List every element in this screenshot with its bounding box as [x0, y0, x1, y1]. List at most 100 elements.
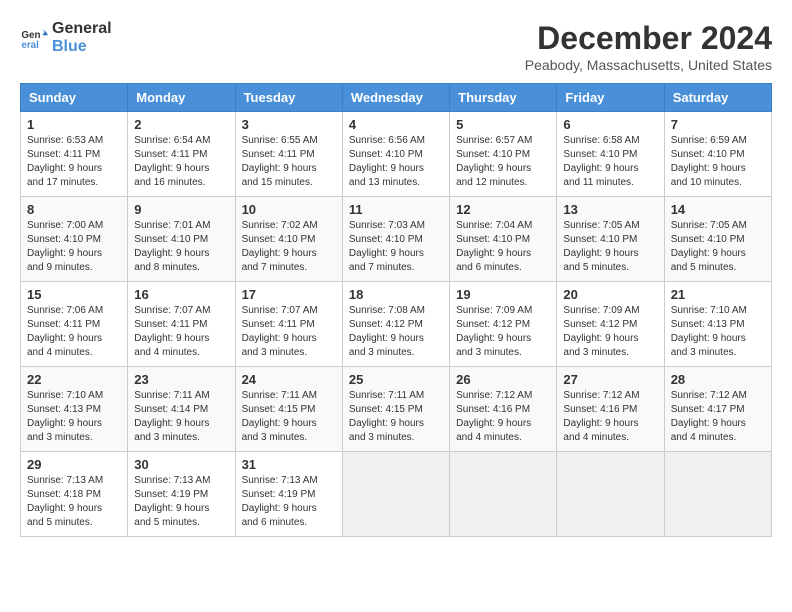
calendar-cell: 14 Sunrise: 7:05 AMSunset: 4:10 PMDaylig… [664, 197, 771, 282]
day-number: 22 [27, 372, 121, 387]
header-day-saturday: Saturday [664, 84, 771, 112]
calendar-cell [342, 452, 449, 537]
day-number: 17 [242, 287, 336, 302]
day-info: Sunrise: 7:07 AMSunset: 4:11 PMDaylight:… [242, 304, 336, 360]
day-info: Sunrise: 7:12 AMSunset: 4:17 PMDaylight:… [671, 389, 765, 445]
day-number: 6 [563, 117, 657, 132]
header: Gen eral General Blue December 2024 Peab… [20, 20, 772, 73]
day-info: Sunrise: 7:08 AMSunset: 4:12 PMDaylight:… [349, 304, 443, 360]
calendar-cell [557, 452, 664, 537]
day-info: Sunrise: 7:10 AMSunset: 4:13 PMDaylight:… [27, 389, 121, 445]
day-number: 2 [134, 117, 228, 132]
logo-text-line1: General [52, 20, 112, 38]
day-number: 12 [456, 202, 550, 217]
day-info: Sunrise: 6:57 AMSunset: 4:10 PMDaylight:… [456, 134, 550, 190]
day-number: 10 [242, 202, 336, 217]
day-number: 27 [563, 372, 657, 387]
day-info: Sunrise: 7:11 AMSunset: 4:14 PMDaylight:… [134, 389, 228, 445]
title-area: December 2024 Peabody, Massachusetts, Un… [525, 20, 772, 73]
day-number: 5 [456, 117, 550, 132]
calendar-header-row: SundayMondayTuesdayWednesdayThursdayFrid… [21, 84, 772, 112]
logo-icon: Gen eral [20, 24, 48, 52]
calendar-cell: 8 Sunrise: 7:00 AMSunset: 4:10 PMDayligh… [21, 197, 128, 282]
calendar-cell: 22 Sunrise: 7:10 AMSunset: 4:13 PMDaylig… [21, 367, 128, 452]
day-info: Sunrise: 7:12 AMSunset: 4:16 PMDaylight:… [563, 389, 657, 445]
day-info: Sunrise: 7:13 AMSunset: 4:19 PMDaylight:… [242, 474, 336, 530]
calendar-cell: 26 Sunrise: 7:12 AMSunset: 4:16 PMDaylig… [450, 367, 557, 452]
calendar-cell [664, 452, 771, 537]
logo-text-line2: Blue [52, 38, 112, 56]
day-number: 30 [134, 457, 228, 472]
day-info: Sunrise: 7:10 AMSunset: 4:13 PMDaylight:… [671, 304, 765, 360]
calendar-week-4: 22 Sunrise: 7:10 AMSunset: 4:13 PMDaylig… [21, 367, 772, 452]
day-info: Sunrise: 7:12 AMSunset: 4:16 PMDaylight:… [456, 389, 550, 445]
day-number: 21 [671, 287, 765, 302]
day-number: 11 [349, 202, 443, 217]
calendar-cell: 20 Sunrise: 7:09 AMSunset: 4:12 PMDaylig… [557, 282, 664, 367]
calendar-cell: 16 Sunrise: 7:07 AMSunset: 4:11 PMDaylig… [128, 282, 235, 367]
calendar-cell: 10 Sunrise: 7:02 AMSunset: 4:10 PMDaylig… [235, 197, 342, 282]
header-day-thursday: Thursday [450, 84, 557, 112]
calendar-week-2: 8 Sunrise: 7:00 AMSunset: 4:10 PMDayligh… [21, 197, 772, 282]
day-info: Sunrise: 7:01 AMSunset: 4:10 PMDaylight:… [134, 219, 228, 275]
calendar-cell: 6 Sunrise: 6:58 AMSunset: 4:10 PMDayligh… [557, 112, 664, 197]
calendar-table: SundayMondayTuesdayWednesdayThursdayFrid… [20, 83, 772, 537]
calendar-cell: 15 Sunrise: 7:06 AMSunset: 4:11 PMDaylig… [21, 282, 128, 367]
svg-text:eral: eral [21, 39, 39, 50]
calendar-week-3: 15 Sunrise: 7:06 AMSunset: 4:11 PMDaylig… [21, 282, 772, 367]
day-number: 13 [563, 202, 657, 217]
day-number: 7 [671, 117, 765, 132]
day-info: Sunrise: 6:53 AMSunset: 4:11 PMDaylight:… [27, 134, 121, 190]
calendar-cell: 19 Sunrise: 7:09 AMSunset: 4:12 PMDaylig… [450, 282, 557, 367]
header-day-wednesday: Wednesday [342, 84, 449, 112]
day-number: 16 [134, 287, 228, 302]
calendar-cell: 13 Sunrise: 7:05 AMSunset: 4:10 PMDaylig… [557, 197, 664, 282]
day-info: Sunrise: 7:13 AMSunset: 4:19 PMDaylight:… [134, 474, 228, 530]
calendar-cell: 29 Sunrise: 7:13 AMSunset: 4:18 PMDaylig… [21, 452, 128, 537]
day-info: Sunrise: 7:09 AMSunset: 4:12 PMDaylight:… [563, 304, 657, 360]
day-number: 15 [27, 287, 121, 302]
calendar-cell: 18 Sunrise: 7:08 AMSunset: 4:12 PMDaylig… [342, 282, 449, 367]
header-day-sunday: Sunday [21, 84, 128, 112]
day-number: 19 [456, 287, 550, 302]
calendar-week-1: 1 Sunrise: 6:53 AMSunset: 4:11 PMDayligh… [21, 112, 772, 197]
day-info: Sunrise: 7:07 AMSunset: 4:11 PMDaylight:… [134, 304, 228, 360]
calendar-cell: 5 Sunrise: 6:57 AMSunset: 4:10 PMDayligh… [450, 112, 557, 197]
day-info: Sunrise: 7:06 AMSunset: 4:11 PMDaylight:… [27, 304, 121, 360]
month-title: December 2024 [525, 20, 772, 57]
day-number: 14 [671, 202, 765, 217]
logo: Gen eral General Blue [20, 20, 112, 55]
day-number: 29 [27, 457, 121, 472]
calendar-cell: 7 Sunrise: 6:59 AMSunset: 4:10 PMDayligh… [664, 112, 771, 197]
day-number: 4 [349, 117, 443, 132]
header-day-tuesday: Tuesday [235, 84, 342, 112]
day-number: 8 [27, 202, 121, 217]
day-number: 1 [27, 117, 121, 132]
day-info: Sunrise: 7:11 AMSunset: 4:15 PMDaylight:… [242, 389, 336, 445]
day-info: Sunrise: 7:00 AMSunset: 4:10 PMDaylight:… [27, 219, 121, 275]
day-info: Sunrise: 6:58 AMSunset: 4:10 PMDaylight:… [563, 134, 657, 190]
calendar-cell: 24 Sunrise: 7:11 AMSunset: 4:15 PMDaylig… [235, 367, 342, 452]
day-info: Sunrise: 6:54 AMSunset: 4:11 PMDaylight:… [134, 134, 228, 190]
day-number: 24 [242, 372, 336, 387]
day-number: 26 [456, 372, 550, 387]
day-info: Sunrise: 6:55 AMSunset: 4:11 PMDaylight:… [242, 134, 336, 190]
calendar-cell: 17 Sunrise: 7:07 AMSunset: 4:11 PMDaylig… [235, 282, 342, 367]
header-day-monday: Monday [128, 84, 235, 112]
calendar-cell: 21 Sunrise: 7:10 AMSunset: 4:13 PMDaylig… [664, 282, 771, 367]
calendar-cell: 30 Sunrise: 7:13 AMSunset: 4:19 PMDaylig… [128, 452, 235, 537]
day-number: 3 [242, 117, 336, 132]
calendar-cell: 1 Sunrise: 6:53 AMSunset: 4:11 PMDayligh… [21, 112, 128, 197]
day-number: 23 [134, 372, 228, 387]
day-number: 9 [134, 202, 228, 217]
location-title: Peabody, Massachusetts, United States [525, 57, 772, 73]
calendar-cell: 9 Sunrise: 7:01 AMSunset: 4:10 PMDayligh… [128, 197, 235, 282]
calendar-cell: 3 Sunrise: 6:55 AMSunset: 4:11 PMDayligh… [235, 112, 342, 197]
calendar-cell: 23 Sunrise: 7:11 AMSunset: 4:14 PMDaylig… [128, 367, 235, 452]
calendar-cell: 28 Sunrise: 7:12 AMSunset: 4:17 PMDaylig… [664, 367, 771, 452]
calendar-cell: 4 Sunrise: 6:56 AMSunset: 4:10 PMDayligh… [342, 112, 449, 197]
day-info: Sunrise: 6:59 AMSunset: 4:10 PMDaylight:… [671, 134, 765, 190]
calendar-week-5: 29 Sunrise: 7:13 AMSunset: 4:18 PMDaylig… [21, 452, 772, 537]
day-info: Sunrise: 7:09 AMSunset: 4:12 PMDaylight:… [456, 304, 550, 360]
day-info: Sunrise: 7:11 AMSunset: 4:15 PMDaylight:… [349, 389, 443, 445]
